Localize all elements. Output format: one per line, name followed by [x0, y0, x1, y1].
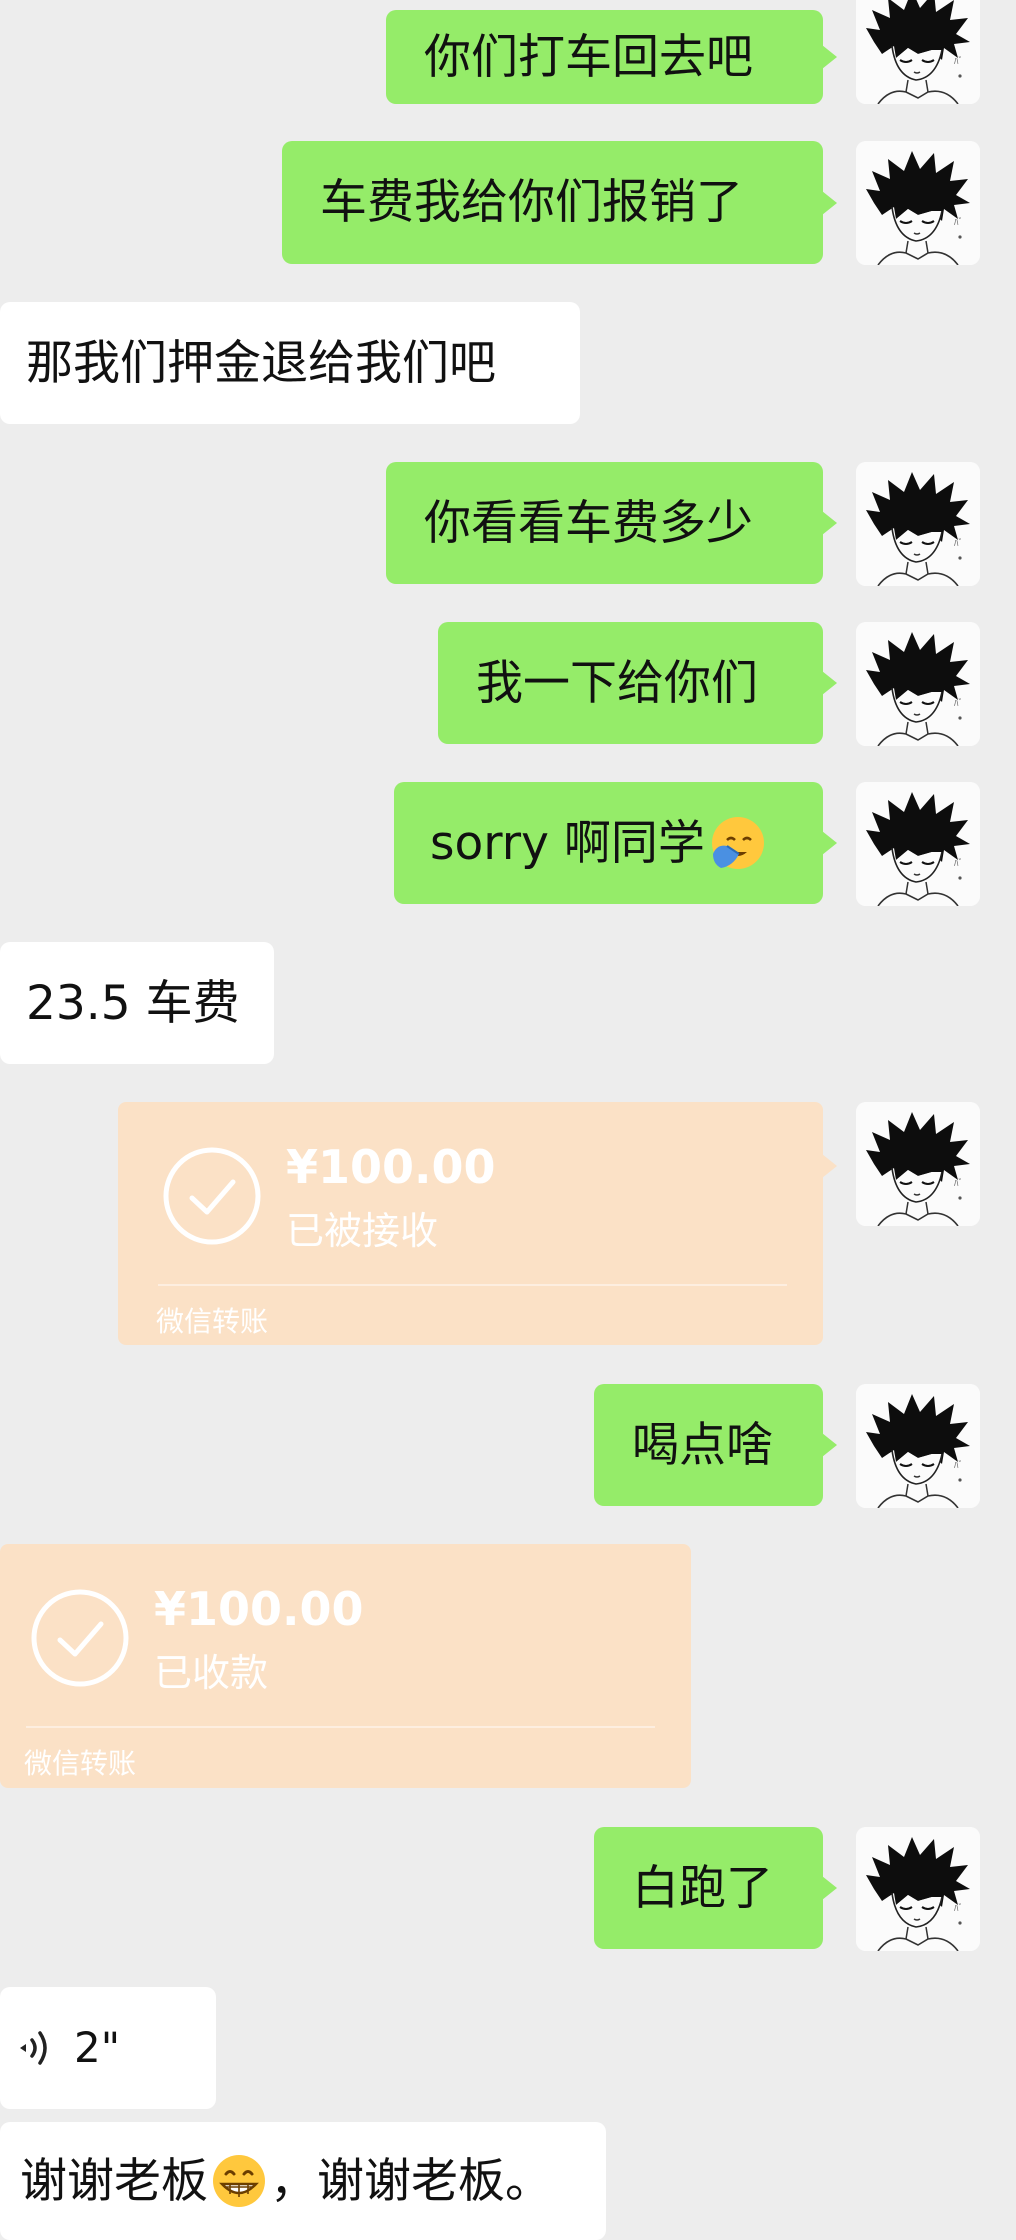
avatar[interactable]	[856, 0, 980, 104]
divider	[158, 1284, 787, 1286]
transfer-amount: ¥100.00	[286, 1140, 496, 1194]
grin-emoji-icon	[210, 2152, 268, 2210]
message-text: 你们打车回去吧	[424, 29, 753, 85]
voice-message[interactable]: 2"	[0, 1987, 216, 2109]
message-text: 我一下给你们	[476, 655, 758, 711]
avatar[interactable]	[856, 1102, 980, 1226]
avatar[interactable]	[856, 141, 980, 265]
facepalm-emoji-icon	[709, 814, 767, 872]
message-text: ，谢谢老板。	[270, 2153, 552, 2209]
message-text: 你看看车费多少	[424, 495, 753, 551]
message-text: 那我们押金退给我们吧	[26, 335, 496, 391]
avatar[interactable]	[856, 782, 980, 906]
message-bubble[interactable]: 那我们押金退给我们吧	[0, 302, 580, 424]
message-text: 白跑了	[632, 1860, 773, 1916]
check-circle-icon	[30, 1588, 130, 1688]
voice-duration: 2"	[74, 2023, 121, 2072]
message-bubble[interactable]: 车费我给你们报销了	[282, 141, 837, 264]
message-text: 车费我给你们报销了	[320, 175, 743, 230]
message-bubble[interactable]: 谢谢老板 ，谢谢老板。	[0, 2122, 606, 2240]
message-bubble[interactable]: 23.5 车费	[0, 942, 274, 1064]
transfer-label: 微信转账	[24, 1747, 137, 1780]
transfer-status: 已收款	[154, 1651, 269, 1695]
transfer-status: 已被接收	[286, 1209, 439, 1253]
message-text: sorry 啊同学	[430, 815, 705, 871]
transfer-card[interactable]: ¥100.00 已被接收 微信转账	[118, 1102, 837, 1345]
avatar[interactable]	[856, 1827, 980, 1951]
message-text: 谢谢老板	[20, 2153, 208, 2209]
message-text: 23.5 车费	[26, 975, 240, 1031]
avatar[interactable]	[856, 1384, 980, 1508]
transfer-card[interactable]: ¥100.00 已收款 微信转账	[0, 1544, 691, 1788]
message-bubble[interactable]: 白跑了	[594, 1827, 837, 1949]
message-bubble[interactable]: 你看看车费多少	[386, 462, 837, 584]
voice-wave-icon	[16, 2024, 54, 2072]
transfer-label: 微信转账	[156, 1305, 269, 1338]
transfer-amount: ¥100.00	[154, 1582, 364, 1636]
avatar[interactable]	[856, 462, 980, 586]
message-bubble[interactable]: 我一下给你们	[438, 622, 837, 744]
avatar[interactable]	[856, 622, 980, 746]
divider	[26, 1726, 655, 1728]
message-bubble[interactable]: sorry 啊同学	[394, 782, 837, 904]
message-bubble[interactable]: 喝点啥	[594, 1384, 837, 1506]
message-bubble[interactable]: 你们打车回去吧	[386, 10, 837, 104]
check-circle-icon	[162, 1146, 262, 1246]
message-text: 喝点啥	[632, 1417, 773, 1473]
